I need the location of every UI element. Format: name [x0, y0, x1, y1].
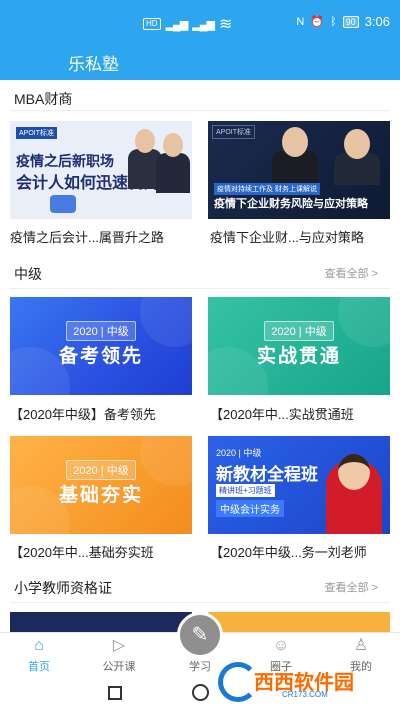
card-year-tag: 2020 | 中级	[10, 460, 192, 480]
card-badge: APOIT标准	[16, 127, 58, 139]
user-icon: ♙	[353, 637, 369, 654]
pen-icon: ✎	[191, 624, 209, 646]
card-headline: 备考领先	[58, 346, 143, 367]
people-icon: ☺	[272, 637, 290, 654]
card-year-tag: 2020 | 中级	[208, 321, 390, 341]
wifi-icon: ≋	[219, 16, 233, 33]
course-card-mba-2[interactable]: APOIT标准 疫情对持续工作及 财务上课解说 疫情下企业财务风险与应对策略	[208, 121, 390, 219]
lecturer-head	[135, 129, 155, 153]
video-icon: ▷	[112, 637, 126, 654]
course-caption[interactable]: 【2020年中...实战贯通班	[210, 404, 398, 423]
card-headline: 实战贯通	[256, 346, 341, 367]
watermark: 西西软件园 CR173.COM	[218, 660, 388, 704]
status-time: 3:06	[364, 14, 390, 29]
status-bar: HD ▂▄▆ ▂▄▆ ≋ N ⏰ ᛒ 90 3:06	[0, 0, 400, 40]
tab-home[interactable]: ⌂ 首页	[6, 633, 72, 679]
section-title-teacher-cert: 小学教师资格证	[14, 580, 112, 596]
tab-open-class[interactable]: ▷ 公开课	[86, 633, 152, 679]
app-header: 乐私塾	[0, 40, 400, 80]
card-subject: 中级会计实务	[216, 500, 284, 517]
course-card-intermediate-1[interactable]: 2020 | 中级 备考领先	[10, 297, 192, 395]
watermark-logo-icon	[218, 662, 258, 702]
course-caption[interactable]: 【2020年中级...务一刘老师	[210, 542, 398, 561]
status-system-group: N ⏰ ᛒ 90 3:06	[296, 14, 390, 29]
battery-icon: 90	[342, 15, 359, 28]
course-card-teacher-2[interactable]	[208, 612, 390, 634]
lecturer-head	[338, 454, 370, 490]
card-headline: 新教材全程班	[216, 465, 318, 484]
course-caption[interactable]: 疫情下企业财...与应对策略	[210, 227, 398, 246]
card-headline: 基础夯实	[58, 485, 143, 506]
home-icon: ⌂	[34, 637, 44, 654]
study-fab-button[interactable]: ✎	[177, 612, 223, 658]
course-caption[interactable]: 【2020年中...基础夯实班	[10, 542, 198, 561]
see-all-link[interactable]: 查看全部 >	[325, 265, 378, 281]
course-card-mba-1[interactable]: APOIT标准 疫情之后新职场 会计人如何迅速晋升?	[10, 121, 192, 219]
tab-label: 首页	[28, 661, 50, 673]
card-year-tag: 2020 | 中级	[216, 448, 262, 458]
card-headline: 疫情之后新职场	[16, 153, 114, 169]
lecturer-head-2	[344, 129, 370, 159]
card-subtitle: 精讲班+习题班	[216, 484, 275, 497]
see-all-link[interactable]: 查看全部 >	[325, 579, 378, 595]
hd-badge: HD	[143, 18, 161, 30]
course-caption[interactable]: 【2020年中级】备考领先	[10, 404, 198, 423]
divider	[10, 110, 390, 111]
card-badge: APOIT标准	[212, 125, 256, 139]
illustration-icon	[50, 195, 76, 213]
section-title-intermediate: 中级	[14, 266, 42, 282]
card-headline: 疫情下企业财务风险与应对策略	[214, 198, 368, 210]
divider	[10, 602, 390, 603]
signal-icon: ▂▄▆	[165, 18, 189, 31]
divider	[10, 288, 390, 289]
course-caption[interactable]: 疫情之后会计...属晋升之路	[10, 227, 198, 246]
course-card-intermediate-3[interactable]: 2020 | 中级 基础夯实	[10, 436, 192, 534]
app-title: 乐私塾	[68, 55, 119, 74]
recent-apps-icon[interactable]	[108, 686, 122, 700]
course-card-teacher-1[interactable]	[10, 612, 192, 634]
watermark-site: CR173.COM	[282, 690, 328, 699]
signal-icon-2: ▂▄▆	[192, 18, 215, 31]
tab-label: 公开课	[102, 661, 136, 673]
lecturer-image-2	[156, 153, 190, 193]
card-year-tag: 2020 | 中级	[10, 321, 192, 341]
card-strip: 疫情对持续工作及 财务上课解说	[214, 183, 320, 195]
nfc-icon: N	[296, 15, 305, 28]
bluetooth-icon: ᛒ	[330, 15, 337, 28]
lecturer-head	[282, 127, 308, 157]
lecturer-head-2	[163, 133, 183, 157]
alarm-icon: ⏰	[310, 16, 325, 28]
section-title-mba: MBA财商	[14, 91, 73, 107]
status-network-group: HD ▂▄▆ ▂▄▆ ≋	[143, 14, 232, 34]
course-card-intermediate-2[interactable]: 2020 | 中级 实战贯通	[208, 297, 390, 395]
course-card-intermediate-4[interactable]: 2020 | 中级 新教材全程班 精讲班+习题班 中级会计实务	[208, 436, 390, 534]
home-nav-icon[interactable]	[192, 684, 209, 701]
